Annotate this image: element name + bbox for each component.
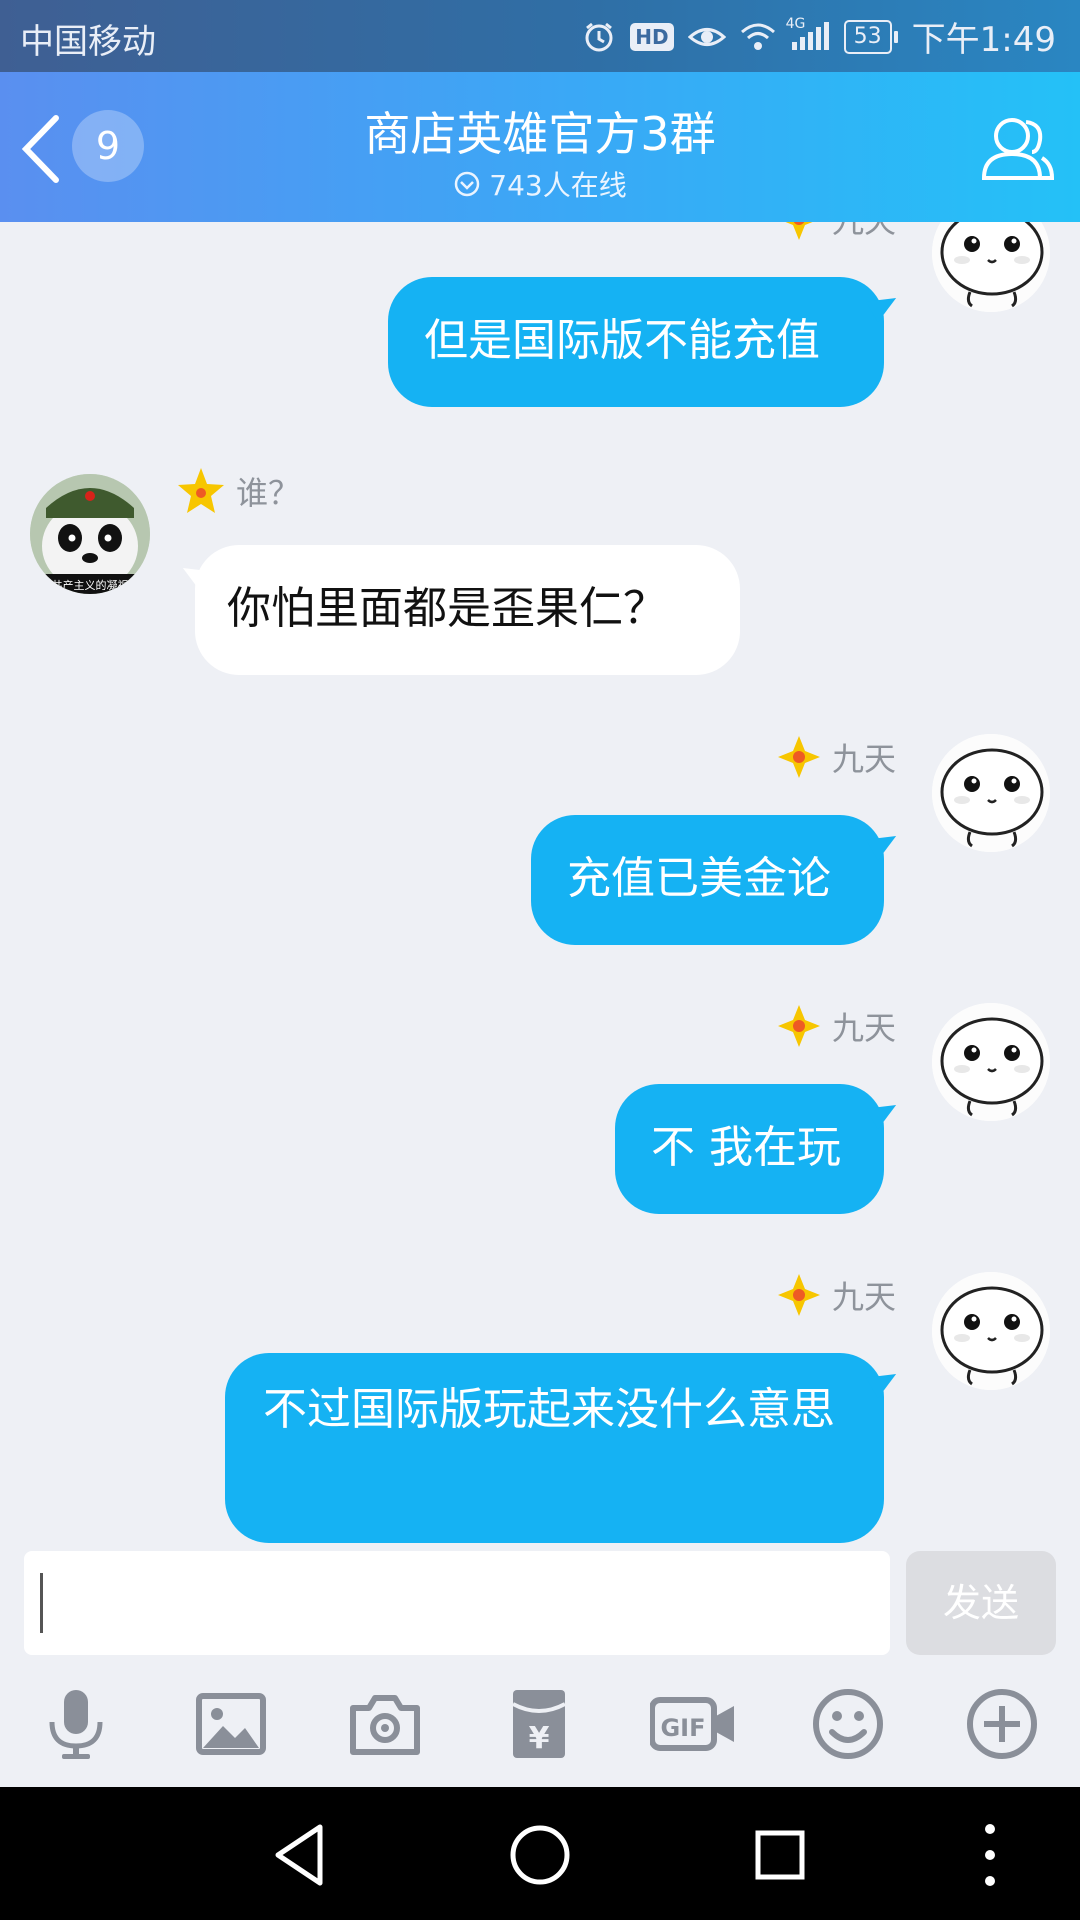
red-packet-icon: ¥ xyxy=(512,1690,566,1758)
sender-star-icon xyxy=(178,468,224,513)
chat-header: 9 商店英雄官方3群 743人在线 xyxy=(0,72,1080,222)
message-list[interactable]: 九天 但是国际版不能充值 共产主义的凝视 谁？ 你怕里面都是歪果仁？ 九天 充值… xyxy=(0,222,1080,1547)
red-packet-button[interactable]: ¥ xyxy=(501,1686,577,1762)
message-bubble[interactable]: 不 我在玩 xyxy=(615,1084,884,1214)
status-icons: HD 4G 53 下午1:49 xyxy=(582,12,1056,61)
avatar-caption: 共产主义的凝视 xyxy=(52,578,129,592)
more-options-button[interactable] xyxy=(964,1686,1040,1762)
sender-row: 九天 xyxy=(776,1272,896,1318)
sender-star-icon xyxy=(778,1274,820,1316)
sender-name: 九天 xyxy=(832,222,896,242)
clock-label: 下午1:49 xyxy=(911,20,1056,60)
sender-star-icon xyxy=(778,1005,820,1047)
avatar[interactable] xyxy=(932,222,1050,312)
svg-text:GIF: GIF xyxy=(660,1714,705,1742)
message-text: 充值已美金论 xyxy=(567,853,831,904)
nav-back-button[interactable] xyxy=(262,1817,338,1893)
plus-icon xyxy=(967,1689,1037,1759)
cute-face-avatar xyxy=(932,734,1050,852)
emoji-button[interactable] xyxy=(810,1686,886,1762)
svg-text:¥: ¥ xyxy=(529,1721,550,1756)
cute-face-avatar xyxy=(932,1003,1050,1121)
message-bubble[interactable]: 充值已美金论 xyxy=(531,815,884,945)
sender-star-icon xyxy=(778,736,820,778)
wifi-icon xyxy=(740,22,776,52)
text-caret xyxy=(40,1573,43,1633)
sender-star-icon xyxy=(785,222,813,240)
image-button[interactable] xyxy=(193,1686,269,1762)
avatar[interactable]: 共产主义的凝视 xyxy=(30,474,150,594)
square-recents-icon xyxy=(755,1830,805,1880)
sender-row: 九天 xyxy=(776,1003,896,1049)
battery-indicator: 53 xyxy=(843,19,898,54)
avatar[interactable] xyxy=(932,1272,1050,1390)
image-icon xyxy=(196,1693,266,1755)
gif-button[interactable]: GIF xyxy=(650,1686,736,1762)
vertical-dots-icon xyxy=(985,1824,995,1886)
eye-icon xyxy=(687,22,726,52)
group-members-icon xyxy=(981,118,1055,180)
group-members-button[interactable] xyxy=(976,108,1056,188)
chevron-down-circle-icon xyxy=(455,171,480,197)
avatar[interactable] xyxy=(932,734,1050,852)
microphone-icon xyxy=(49,1690,103,1759)
gif-icon: GIF xyxy=(650,1697,734,1751)
sender-name: 九天 xyxy=(832,1278,897,1316)
status-bar: 中国移动 HD 4G 53 下午1:49 xyxy=(0,0,1080,72)
message-text: 但是国际版不能充值 xyxy=(424,315,820,366)
nav-home-button[interactable] xyxy=(502,1817,578,1893)
voice-button[interactable] xyxy=(38,1686,114,1762)
message-bubble[interactable]: 你怕里面都是歪果仁？ xyxy=(195,545,740,675)
message-input[interactable] xyxy=(24,1551,890,1655)
input-toolbar: ¥ GIF xyxy=(0,1660,1080,1787)
send-button[interactable]: 发送 xyxy=(906,1551,1056,1655)
carrier-label: 中国移动 xyxy=(20,22,156,62)
message-text: 不 我在玩 xyxy=(651,1122,841,1173)
cute-face-avatar xyxy=(932,222,1050,312)
camera-icon xyxy=(350,1695,420,1755)
sender-name: 九天 xyxy=(832,1009,897,1047)
alarm-icon xyxy=(582,20,616,54)
emoji-icon xyxy=(813,1689,883,1759)
nav-menu-button[interactable] xyxy=(952,1817,1028,1893)
sender-name: 谁？ xyxy=(236,474,301,512)
hd-badge: HD xyxy=(630,22,674,51)
message-bubble[interactable]: 但是国际版不能充值 xyxy=(388,277,884,407)
signal-icon: 4G xyxy=(786,16,830,52)
message-bubble[interactable]: 不过国际版玩起来没什么意思 xyxy=(225,1353,884,1543)
circle-home-icon xyxy=(510,1825,570,1885)
system-navigation-bar xyxy=(0,1787,1080,1920)
sender-row: 九天 xyxy=(776,734,896,780)
message-text: 你怕里面都是歪果仁？ xyxy=(227,583,667,634)
nav-recents-button[interactable] xyxy=(742,1817,818,1893)
sender-row: 谁？ xyxy=(176,466,300,516)
avatar[interactable] xyxy=(932,1003,1050,1121)
online-count-label: 743人在线 xyxy=(489,169,627,202)
group-title[interactable]: 商店英雄官方3群 xyxy=(0,98,1080,164)
sender-name: 九天 xyxy=(832,740,897,778)
message-text: 不过国际版玩起来没什么意思 xyxy=(263,1384,835,1435)
composer: 发送 xyxy=(0,1547,1080,1660)
triangle-back-icon xyxy=(275,1824,323,1886)
panda-avatar: 共产主义的凝视 xyxy=(30,474,150,594)
camera-button[interactable] xyxy=(347,1686,423,1762)
online-count: 743人在线 xyxy=(0,164,1080,204)
cute-face-avatar xyxy=(932,1272,1050,1390)
sender-row: 九天 xyxy=(776,222,896,242)
